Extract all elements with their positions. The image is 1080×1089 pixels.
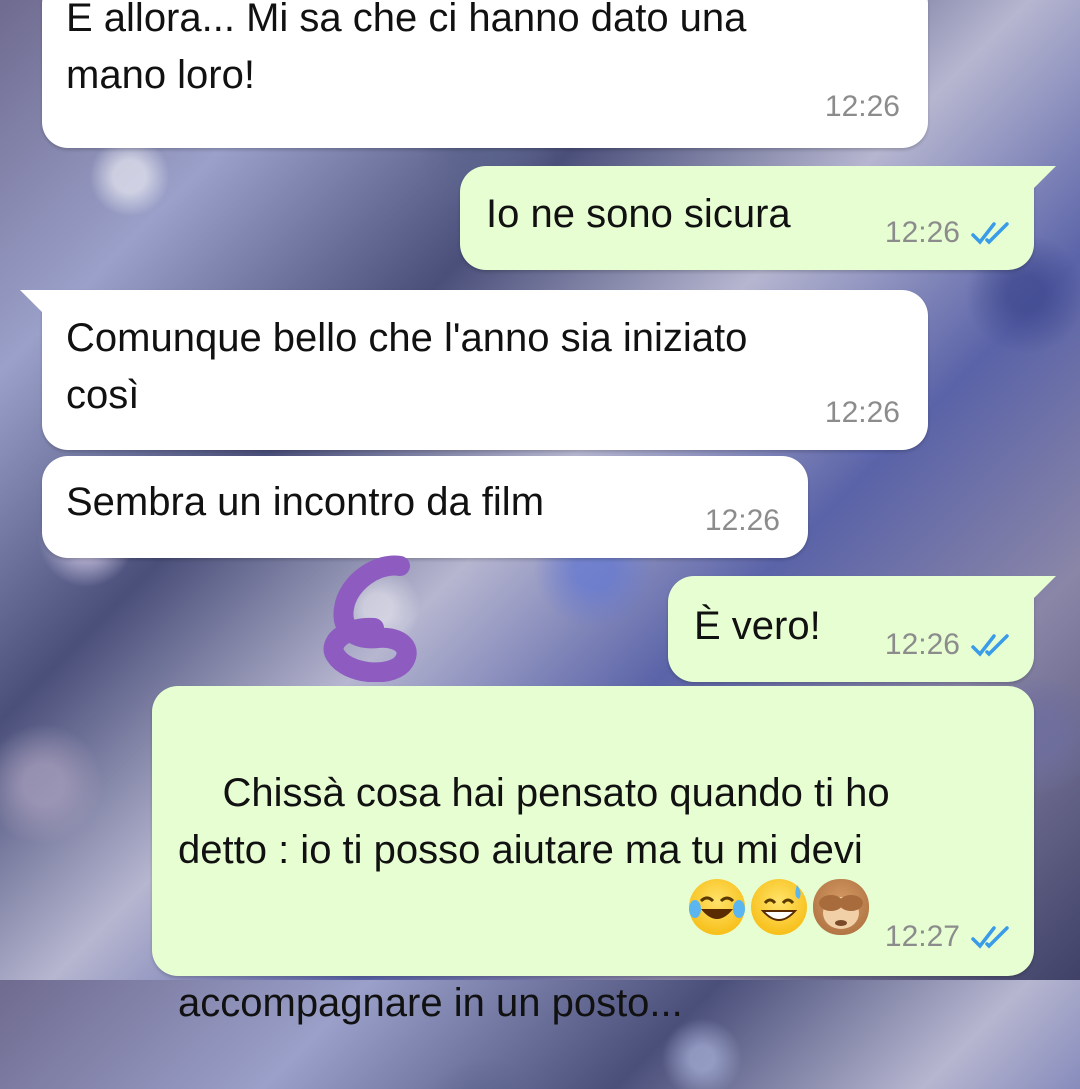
message-timestamp: 12:27 <box>884 920 960 953</box>
double-check-read-icon <box>971 926 1009 949</box>
message-timestamp: 12:26 <box>824 396 900 429</box>
bubble-tail <box>1034 166 1056 188</box>
message-text: Comunque bello che l'anno sia iniziato c… <box>66 316 748 417</box>
message-meta: 12:26 <box>885 628 1014 662</box>
message-text: Io ne sono sicura <box>486 192 791 236</box>
message-timestamp: 12:26 <box>884 216 960 249</box>
message-text: È vero! <box>694 604 821 648</box>
message-text: E allora... Mi sa che ci hanno dato una … <box>66 0 747 97</box>
message-bubble-outgoing[interactable]: È vero! 12:26 <box>668 576 1034 682</box>
message-timestamp: 12:26 <box>824 90 900 123</box>
see-no-evil-monkey-icon <box>812 879 869 935</box>
scribble-redaction <box>323 555 417 682</box>
message-bubble-incoming[interactable]: Comunque bello che l'anno sia iniziato c… <box>42 290 928 450</box>
message-text: Sembra un incontro da film <box>66 480 545 524</box>
double-check-read-icon <box>971 222 1009 245</box>
message-timestamp: 12:26 <box>704 504 780 537</box>
face-with-tears-of-joy-icon <box>688 879 745 935</box>
message-timestamp: 12:26 <box>884 628 960 661</box>
message-bubble-outgoing[interactable]: Chissà cosa hai pensato quando ti ho det… <box>152 686 1034 1025</box>
message-bubble-outgoing[interactable]: Io ne sono sicura 12:26 <box>460 166 1034 270</box>
bubble-tail <box>20 290 42 312</box>
message-bubble-incoming[interactable]: E allora... Mi sa che ci hanno dato una … <box>42 0 928 148</box>
message-text: Chissà cosa hai pensato quando ti ho det… <box>178 771 890 1025</box>
message-bubble-incoming[interactable]: Sembra un incontro da film 12:26 <box>42 456 808 558</box>
double-check-read-icon <box>971 634 1009 657</box>
bubble-tail <box>1034 576 1056 598</box>
message-meta: 12:26 <box>885 216 1014 250</box>
grinning-face-with-sweat-icon <box>750 879 807 935</box>
message-meta: 12:27 <box>885 920 1014 954</box>
